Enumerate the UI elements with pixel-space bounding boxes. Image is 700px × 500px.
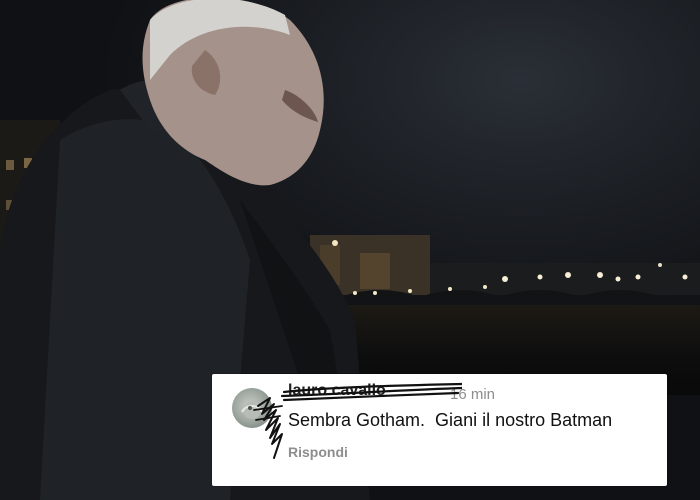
comment-text: Sembra Gotham. Giani il nostro Batman [288,410,613,430]
avatar-image-icon [241,401,263,419]
reply-link[interactable]: Rispondi [288,444,348,460]
comment-username[interactable]: lauro cavallo [288,382,386,400]
comment-card: lauro cavallo 16 min Sembra Gotham. Gian… [212,374,667,486]
avatar[interactable] [232,388,272,428]
comment-timestamp: 16 min [450,386,496,403]
